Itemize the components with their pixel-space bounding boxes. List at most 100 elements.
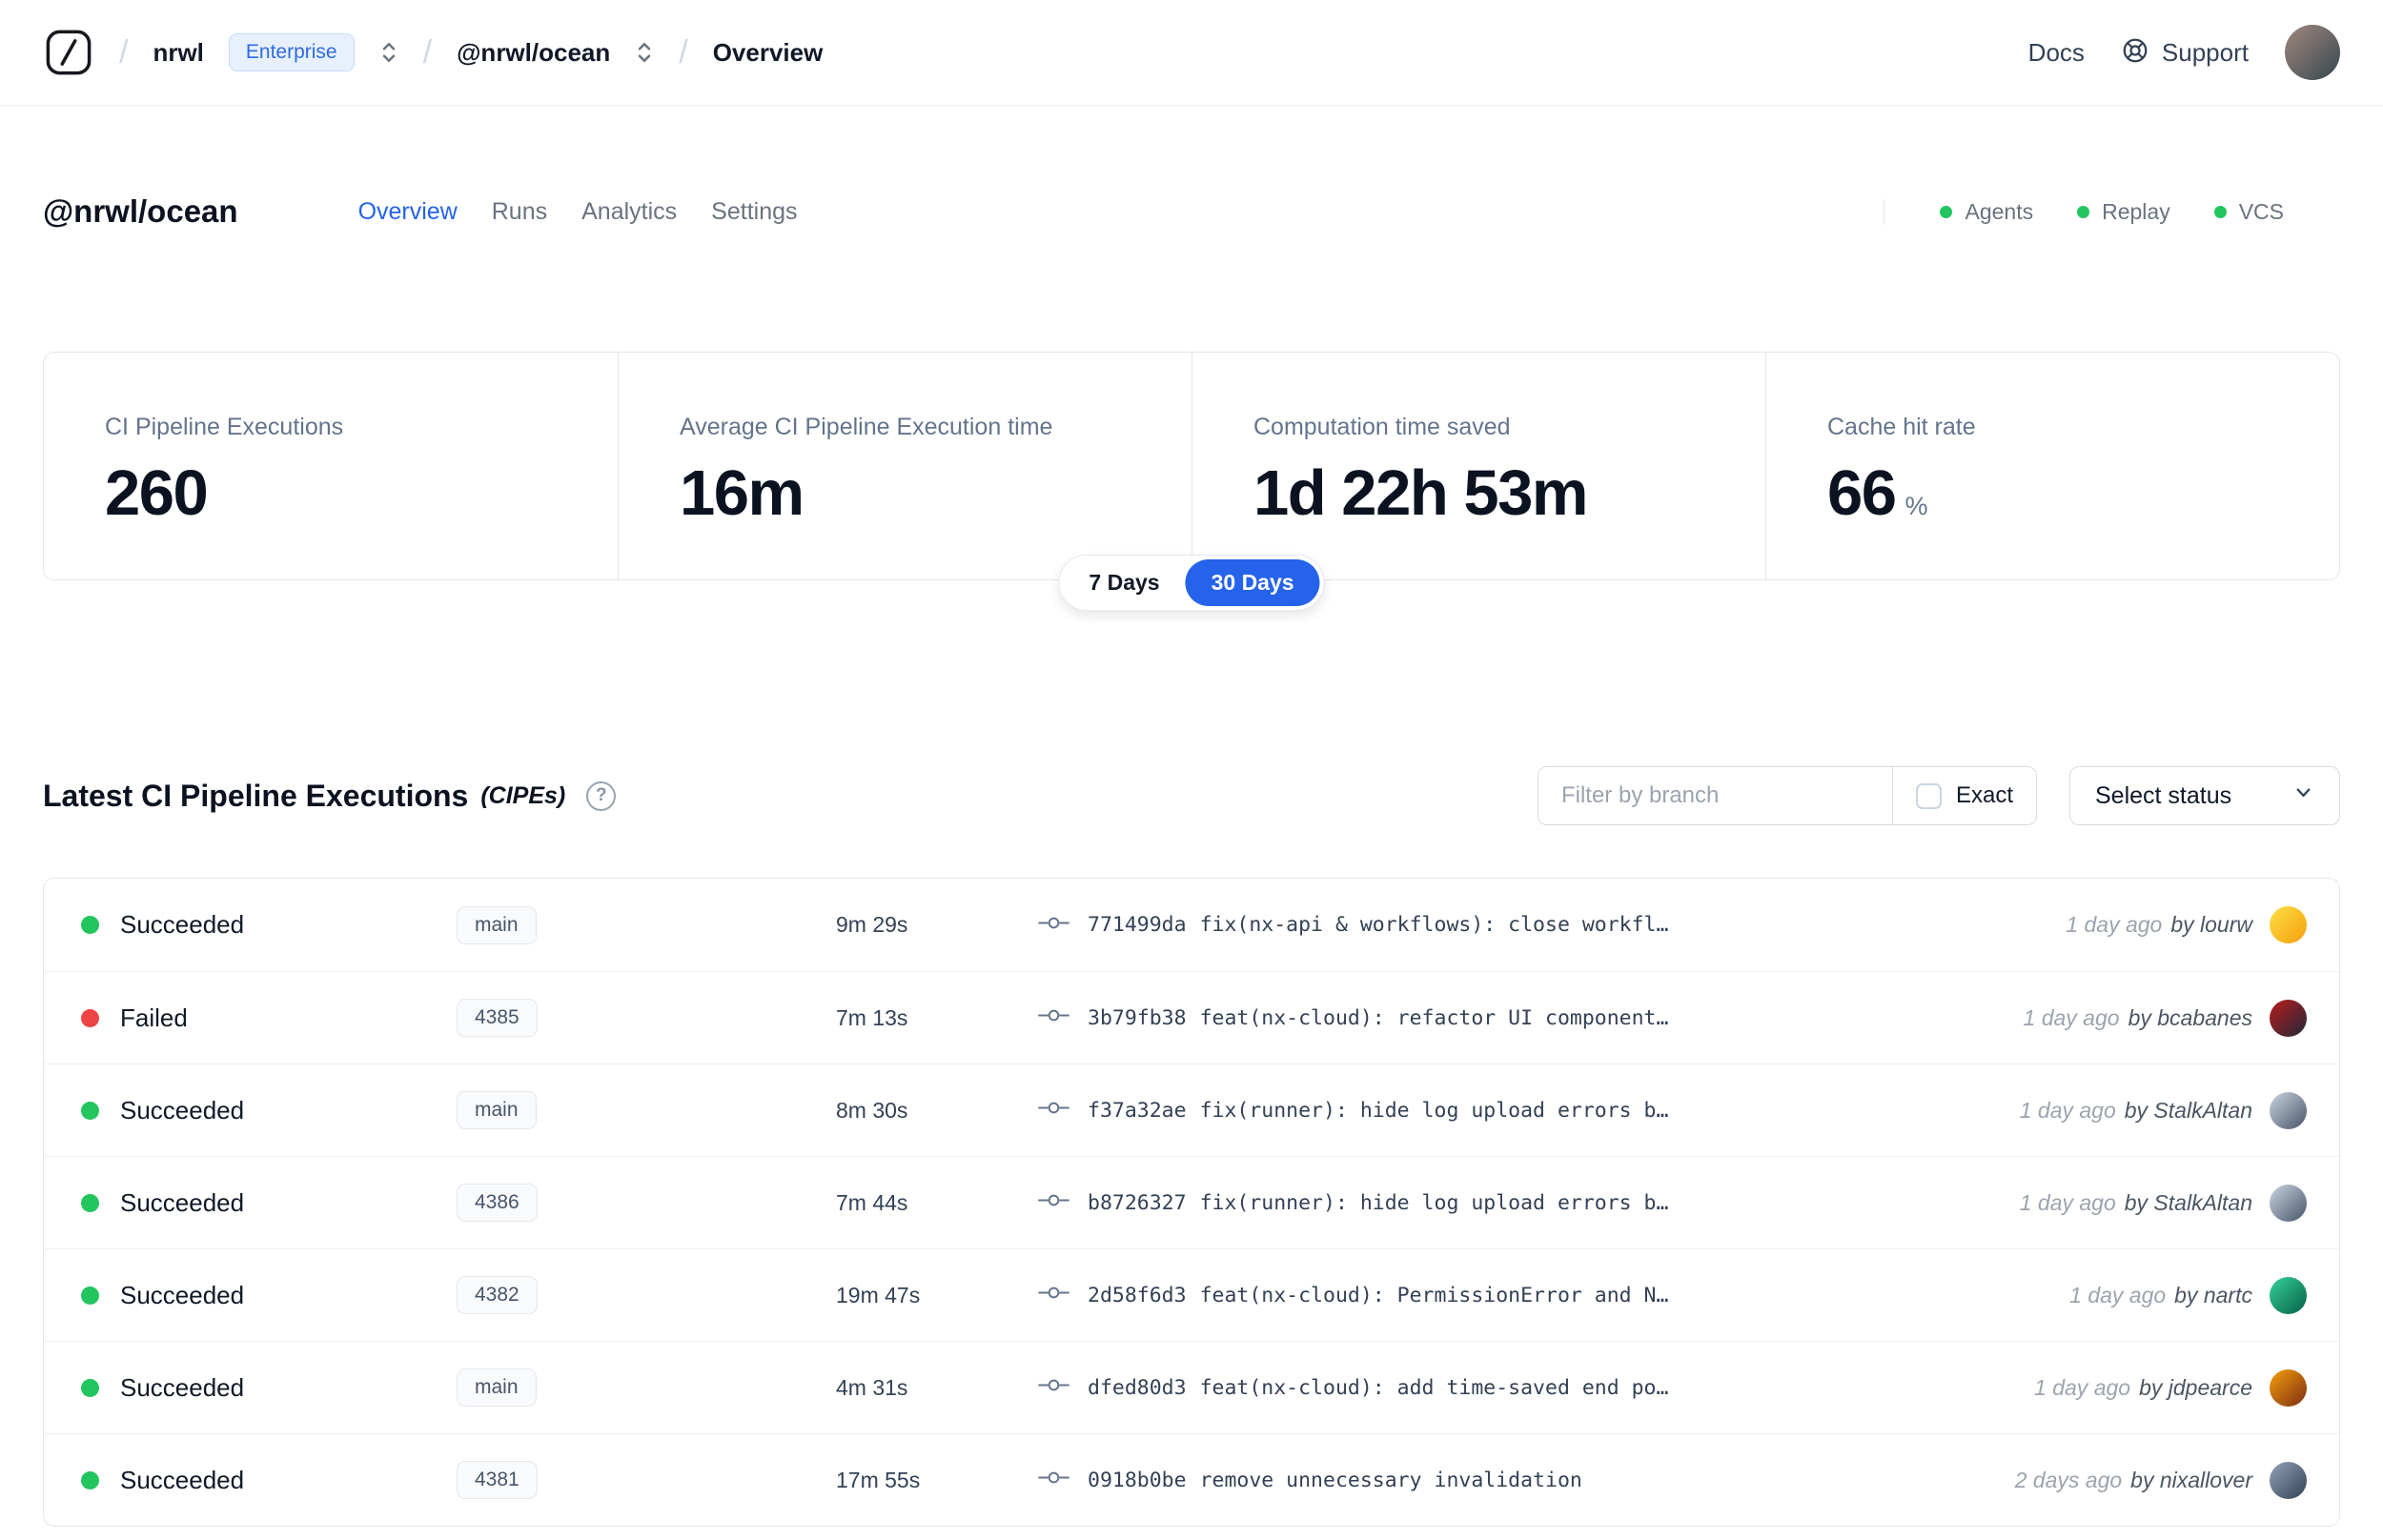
status-label: Succeeded [120, 1465, 245, 1494]
range-7-days-button[interactable]: 7 Days [1063, 559, 1185, 606]
commit-message-text: fix(nx-api & workflows): close workfl… [1199, 913, 1669, 937]
commit-message-text: feat(nx-cloud): add time-saved end po… [1199, 1375, 1669, 1400]
status-dot [81, 1193, 99, 1212]
commit-message[interactable]: dfed80d3 feat(nx-cloud): add time-saved e… [1088, 1376, 1668, 1400]
commit-hash: 0918b0be [1088, 1468, 1187, 1492]
git-commit-icon [1038, 1101, 1069, 1120]
git-commit-icon [1038, 1378, 1069, 1397]
branch-badge[interactable]: main [457, 905, 537, 944]
duration-label: 8m 30s [836, 1097, 908, 1123]
table-row[interactable]: Succeeded 4381 17m 55s 0918b0be remove un… [44, 1433, 2339, 1526]
tab-settings[interactable]: Settings [711, 198, 797, 226]
date-range-toggle: 7 Days 30 Days [1058, 555, 1325, 611]
table-row[interactable]: Succeeded 4382 19m 47s 2d58f6d3 feat(nx-c… [44, 1248, 2339, 1341]
stat-value: 260 [105, 457, 209, 529]
status-label: Succeeded [120, 1187, 245, 1217]
branch-badge[interactable]: main [457, 1368, 537, 1407]
user-avatar[interactable] [2285, 25, 2340, 80]
workspace-header: @nrwl/ocean Overview Runs Analytics Sett… [43, 193, 2340, 230]
org-switcher-icon[interactable] [379, 39, 398, 66]
commit-message[interactable]: b8726327 fix(runner): hide log upload err… [1088, 1191, 1668, 1215]
breadcrumb: / nrwl Enterprise / @nrwl/ocean / Overvi… [43, 27, 823, 78]
duration-label: 17m 55s [836, 1467, 921, 1492]
timestamp: 1 day ago [2019, 1097, 2116, 1123]
stat-value: 1d 22h 53m [1253, 457, 1588, 529]
top-bar: / nrwl Enterprise / @nrwl/ocean / Overvi… [0, 0, 2383, 106]
stat-average-execution-time: Average CI Pipeline Execution time 16m [618, 353, 1192, 579]
exact-checkbox[interactable] [1915, 782, 1942, 809]
commit-hash: 771499da [1088, 913, 1187, 937]
branch-badge[interactable]: 4381 [457, 1461, 538, 1499]
status-dot [81, 1470, 99, 1489]
cipes-title: Latest CI Pipeline Executions [43, 778, 469, 813]
stat-label: Cache hit rate [1827, 414, 1976, 440]
top-bar-actions: Docs Support [2028, 25, 2340, 80]
avatar [2270, 1368, 2307, 1407]
table-row[interactable]: Failed 4385 7m 13s 3b79fb38 feat(nx-cloud… [44, 971, 2339, 1064]
commit-hash: 3b79fb38 [1088, 1005, 1187, 1030]
service-agents[interactable]: Agents [1940, 199, 2033, 225]
git-commit-icon [1038, 1286, 1069, 1305]
tab-overview[interactable]: Overview [358, 198, 458, 226]
branch-badge[interactable]: main [457, 1091, 537, 1129]
status-dot [81, 1286, 99, 1305]
support-link[interactable]: Support [2121, 36, 2249, 70]
status-select-dropdown[interactable]: Select status [2069, 766, 2340, 825]
commit-hash: f37a32ae [1088, 1098, 1187, 1123]
stat-label: Average CI Pipeline Execution time [680, 414, 1053, 440]
duration-label: 7m 13s [836, 1004, 908, 1030]
branch-badge[interactable]: 4382 [457, 1276, 538, 1314]
service-vcs[interactable]: VCS [2213, 198, 2284, 225]
avatar [2270, 906, 2307, 943]
table-row[interactable]: Succeeded 4386 7m 44s b8726327 fix(runner… [44, 1156, 2339, 1248]
table-row[interactable]: Succeeded main 4m 31s dfed80d3 feat(nx-cl… [44, 1341, 2339, 1433]
service-replay[interactable]: Replay [2077, 199, 2170, 225]
cipes-header: Latest CI Pipeline Executions (CIPEs) ? … [43, 766, 2340, 825]
branch-filter-input[interactable] [1537, 766, 1892, 825]
table-row[interactable]: Succeeded main 8m 30s f37a32ae fix(runner… [44, 1064, 2339, 1156]
table-row[interactable]: Succeeded main 9m 29s 771499da fix(nx-api… [44, 879, 2339, 971]
stat-cache-hit-rate: Cache hit rate 66 % [1765, 353, 2339, 579]
docs-link[interactable]: Docs [2028, 38, 2085, 68]
duration-label: 4m 31s [836, 1374, 908, 1400]
exact-label: Exact [1955, 782, 2013, 808]
org-plan-badge: Enterprise [228, 33, 355, 71]
service-label: VCS [2238, 198, 2284, 224]
avatar [2270, 1091, 2307, 1129]
tab-runs[interactable]: Runs [492, 198, 547, 226]
workspace-switcher-icon[interactable] [635, 39, 654, 66]
breadcrumb-separator: / [679, 33, 688, 71]
stats-cards: CI Pipeline Executions 260 Average CI Pi… [43, 352, 2340, 580]
status-label: Succeeded [120, 1372, 245, 1402]
status-select-label: Select status [2095, 781, 2232, 809]
commit-message[interactable]: 2d58f6d3 feat(nx-cloud): PermissionError … [1088, 1284, 1668, 1307]
range-30-days-button[interactable]: 30 Days [1185, 559, 1320, 606]
commit-message-text: remove unnecessary invalidation [1199, 1468, 1582, 1492]
timestamp: 1 day ago [2034, 1374, 2131, 1400]
service-label: Replay [2102, 198, 2170, 224]
timestamp: 2 days ago [2014, 1467, 2123, 1492]
branch-badge[interactable]: 4385 [457, 999, 538, 1037]
commit-message[interactable]: 3b79fb38 feat(nx-cloud): refactor UI comp… [1088, 1006, 1668, 1030]
breadcrumb-org[interactable]: nrwl [153, 38, 203, 68]
help-icon[interactable]: ? [586, 780, 617, 811]
branch-filter-group: Exact [1537, 766, 2037, 825]
breadcrumb-separator: / [422, 33, 433, 71]
tab-analytics[interactable]: Analytics [581, 198, 677, 226]
nx-cloud-logo-icon[interactable] [43, 27, 94, 78]
commit-message[interactable]: 771499da fix(nx-api & workflows): close w… [1088, 913, 1668, 937]
chevron-down-icon [2292, 781, 2314, 810]
status-dot [81, 1008, 99, 1027]
branch-badge[interactable]: 4386 [457, 1184, 538, 1222]
timestamp: 1 day ago [2019, 1189, 2116, 1215]
avatar [2270, 1184, 2307, 1222]
commit-message[interactable]: 0918b0be remove unnecessary invalidation [1088, 1469, 1582, 1492]
breadcrumb-workspace[interactable]: @nrwl/ocean [457, 38, 610, 68]
commit-message[interactable]: f37a32ae fix(runner): hide log upload err… [1088, 1099, 1668, 1123]
duration-label: 9m 29s [836, 912, 908, 937]
status-dot-green [1940, 205, 1953, 218]
status-label: Succeeded [120, 1280, 245, 1309]
commit-hash: 2d58f6d3 [1088, 1283, 1187, 1307]
commit-hash: b8726327 [1088, 1190, 1187, 1215]
git-commit-icon [1038, 1008, 1069, 1027]
